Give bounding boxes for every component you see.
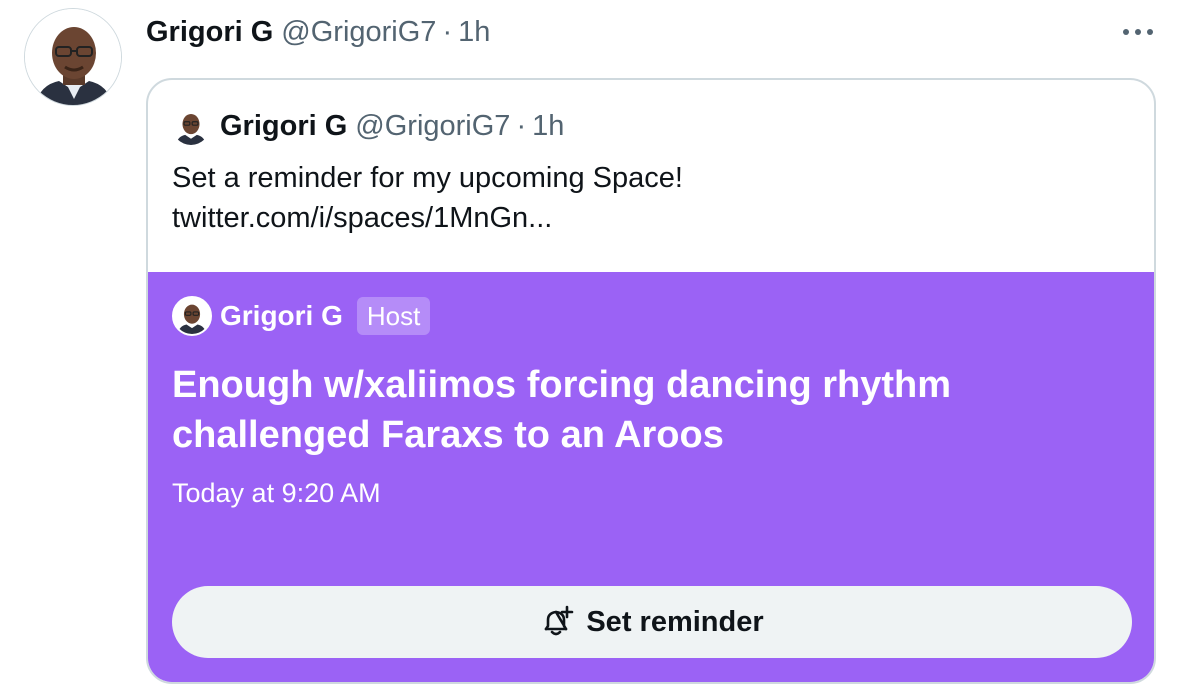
more-icon[interactable] [1118,14,1158,50]
tweet-time[interactable]: 1h [458,16,490,49]
separator-dot: · [442,15,453,48]
set-reminder-label: Set reminder [586,605,764,638]
quoted-tweet-time: 1h [532,109,565,142]
host-avatar [172,296,212,336]
space-scheduled-time: Today at 9:20 AM [172,478,381,508]
host-badge: Host [356,297,431,335]
tweet-header: Grigori G @GrigoriG7 · 1h [146,12,490,52]
host-name: Grigori G [220,300,343,331]
quoted-text-line: Set a reminder for my upcoming Space! [172,162,683,194]
space-title: Enough w/xaliimos forcing dancing rhythm… [172,364,952,456]
author-avatar[interactable] [24,8,122,106]
quoted-author-name: Grigori G [220,109,348,142]
author-handle[interactable]: @GrigoriG7 [281,16,436,49]
space-card[interactable]: Grigori G Host Enough w/xaliimos forcing… [148,272,1154,682]
author-name[interactable]: Grigori G [146,16,273,49]
quoted-separator-dot: · [516,109,527,142]
bell-plus-icon [540,605,574,639]
quoted-tweet[interactable]: Grigori G @GrigoriG7 · 1h Set a reminder… [146,78,1156,684]
space-host-row: Grigori G Host [172,294,431,338]
quoted-link-text: twitter.com/i/spaces/1MnGn... [172,202,553,234]
quoted-tweet-header: Grigori G @GrigoriG7 · 1h [172,106,564,146]
quoted-author-avatar [172,107,210,145]
set-reminder-button[interactable]: Set reminder [172,586,1132,658]
quoted-author-handle: @GrigoriG7 [355,109,511,142]
quoted-tweet-text: Set a reminder for my upcoming Space! tw… [172,158,683,238]
